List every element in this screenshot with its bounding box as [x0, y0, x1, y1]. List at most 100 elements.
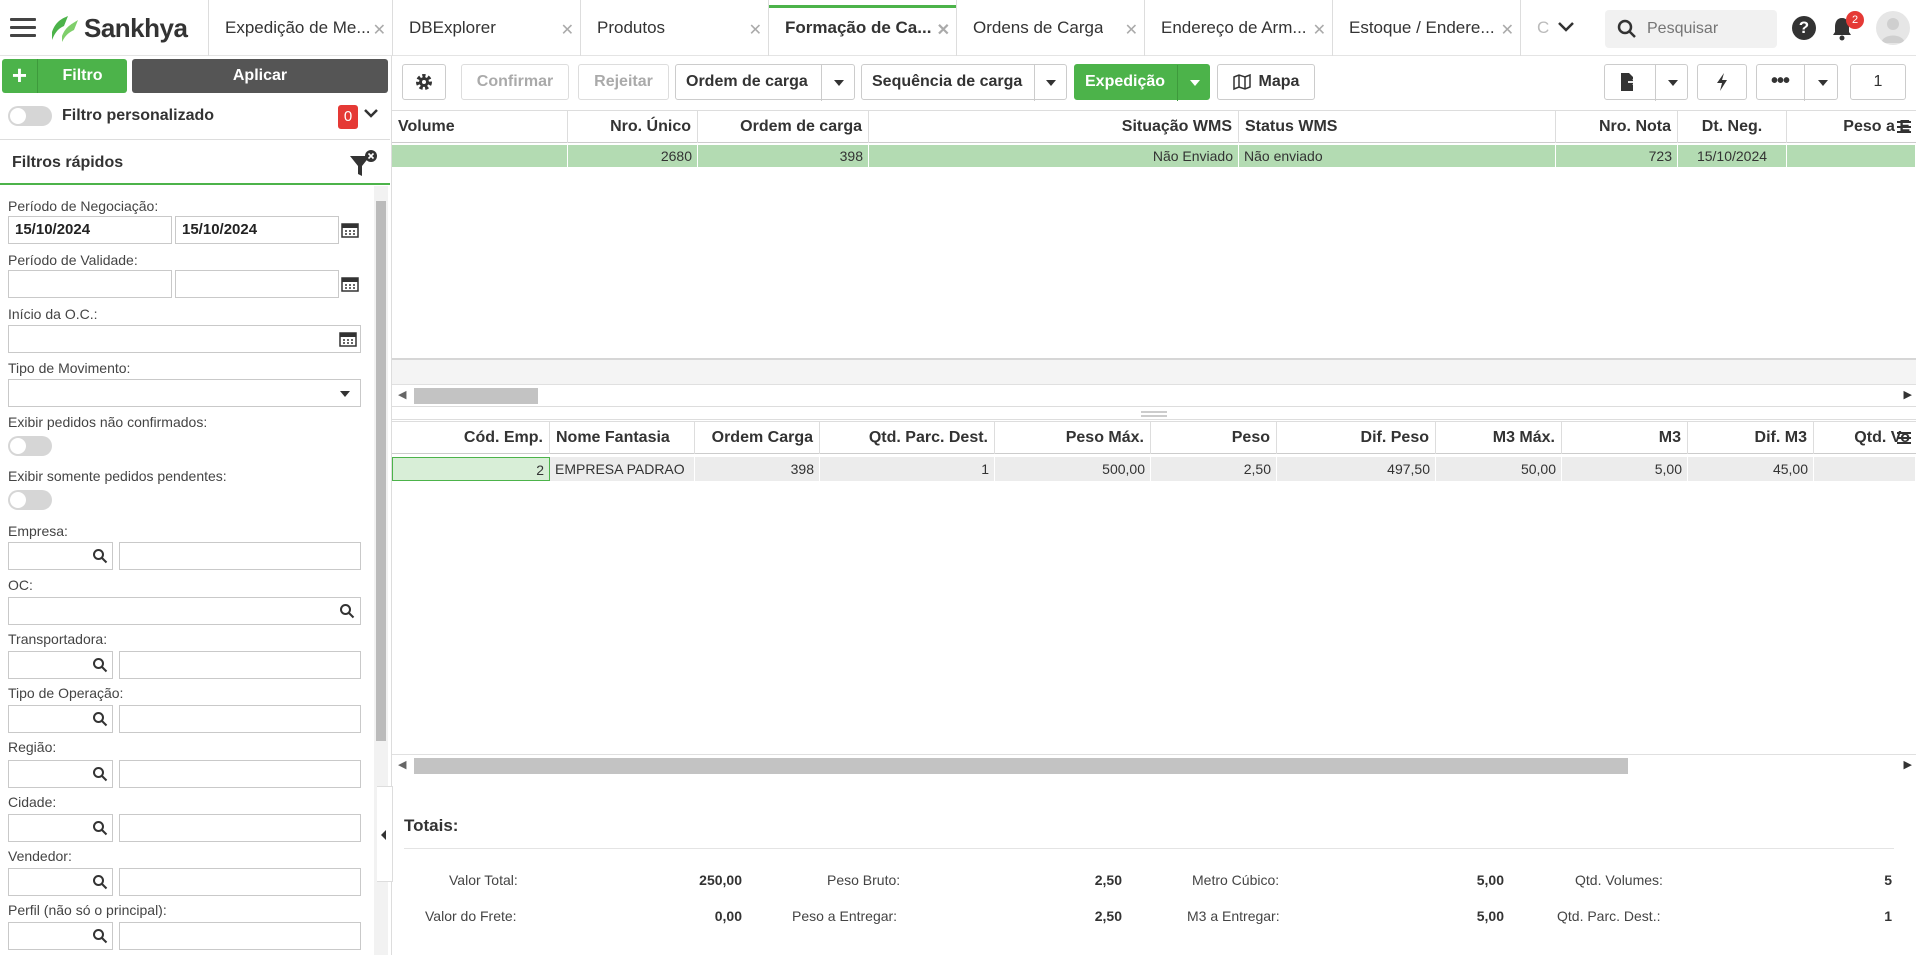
col-header[interactable]: Dt. Neg. [1678, 111, 1787, 143]
arrow-left-icon[interactable]: ◀ [398, 758, 406, 771]
search-icon[interactable] [92, 928, 108, 944]
col-header[interactable]: Ordem Carga [695, 422, 820, 454]
close-icon[interactable]: ✕ [561, 20, 574, 40]
drag-handle-icon[interactable] [1140, 410, 1168, 418]
tab-expedicao[interactable]: Expedição de Me... ✕ [208, 0, 392, 56]
col-header[interactable]: M3 [1562, 422, 1688, 454]
chevron-down-icon[interactable] [362, 104, 380, 127]
profile-name-input[interactable] [119, 922, 361, 950]
col-header[interactable]: Peso Máx. [995, 422, 1151, 454]
chevron-down-icon[interactable] [1556, 16, 1576, 42]
load-sequence-button[interactable]: Sequência de carga [861, 64, 1067, 101]
calendar-icon[interactable] [341, 222, 359, 238]
col-header[interactable]: Ordem de carga [698, 111, 869, 143]
col-header[interactable]: Volume [392, 111, 568, 143]
oc-input[interactable] [8, 597, 361, 625]
chevron-down-icon[interactable] [1046, 80, 1056, 86]
oc-start-input[interactable] [8, 325, 361, 353]
validity-date-from-input[interactable] [8, 270, 172, 298]
more-options-button[interactable]: ••• [1756, 64, 1838, 101]
col-header[interactable]: Dif. Peso [1277, 422, 1436, 454]
col-header[interactable]: Nro. Nota [1556, 111, 1678, 143]
col-header[interactable]: Qtd. Parc. Dest. [820, 422, 995, 454]
avatar[interactable] [1876, 11, 1910, 45]
close-icon[interactable]: ✕ [373, 20, 386, 40]
search-icon[interactable] [92, 548, 108, 564]
col-header[interactable]: Status WMS [1239, 111, 1556, 143]
tab-endereco-armazenagem[interactable]: Endereço de Arm... ✕ [1144, 0, 1332, 56]
map-button[interactable]: Mapa [1217, 64, 1315, 100]
page-number-field[interactable]: 1 [1850, 64, 1906, 100]
col-header[interactable]: Situação WMS [869, 111, 1239, 143]
tab-estoque-endereco[interactable]: Estoque / Endere... ✕ [1332, 0, 1520, 56]
apply-button[interactable]: Aplicar [132, 59, 388, 93]
export-button[interactable] [1604, 64, 1688, 101]
scrollbar-thumb[interactable] [414, 388, 538, 404]
search-icon[interactable] [92, 711, 108, 727]
scrollbar-thumb[interactable] [414, 758, 1628, 774]
load-order-button[interactable]: Ordem de carga [675, 64, 855, 101]
add-filter-button[interactable]: + Filtro [2, 59, 127, 93]
horizontal-scrollbar[interactable]: ◀ ▶ [392, 384, 1916, 406]
region-name-input[interactable] [119, 760, 361, 788]
arrow-right-icon[interactable]: ▶ [1904, 388, 1912, 401]
close-icon[interactable]: ✕ [937, 20, 950, 40]
calendar-icon[interactable] [339, 331, 357, 347]
chevron-down-icon[interactable] [1818, 80, 1828, 86]
negotiation-date-to-input[interactable]: 15/10/2024 [175, 216, 339, 244]
search-input[interactable] [1647, 20, 1767, 38]
confirm-button[interactable]: Confirmar [461, 64, 569, 100]
collapse-panel-button[interactable] [377, 786, 393, 882]
clear-filter-icon[interactable] [348, 150, 378, 180]
search-icon[interactable] [92, 766, 108, 782]
unconfirmed-orders-toggle[interactable] [8, 436, 52, 456]
close-icon[interactable]: ✕ [1501, 20, 1514, 40]
tab-overflow[interactable]: C [1520, 0, 1560, 56]
negotiation-date-from-input[interactable]: 15/10/2024 [8, 216, 172, 244]
menu-icon[interactable] [10, 18, 36, 38]
table-row[interactable]: 2680 398 Não Enviado Não enviado 723 15/… [392, 145, 1916, 167]
chevron-down-icon[interactable] [1190, 80, 1200, 86]
actions-button[interactable] [1697, 64, 1747, 100]
seller-name-input[interactable] [119, 868, 361, 896]
operation-type-name-input[interactable] [119, 705, 361, 733]
arrow-right-icon[interactable]: ▶ [1904, 758, 1912, 771]
search-icon[interactable] [339, 603, 355, 619]
col-header[interactable]: Peso [1151, 422, 1277, 454]
search-box[interactable] [1605, 10, 1777, 48]
close-icon[interactable]: ✕ [749, 20, 762, 40]
splitter[interactable] [392, 406, 1916, 420]
search-icon[interactable] [92, 874, 108, 890]
carrier-name-input[interactable] [119, 651, 361, 679]
horizontal-scrollbar[interactable]: ◀ ▶ [392, 754, 1916, 776]
validity-date-to-input[interactable] [175, 270, 339, 298]
search-icon[interactable] [92, 820, 108, 836]
col-header[interactable]: Nome Fantasia [550, 422, 695, 454]
table-row[interactable]: 2 EMPRESA PADRAO 398 1 500,00 2,50 497,5… [392, 457, 1916, 481]
settings-button[interactable] [402, 64, 446, 100]
arrow-left-icon[interactable]: ◀ [398, 388, 406, 401]
chevron-down-icon[interactable] [834, 80, 844, 86]
movement-type-select[interactable] [8, 379, 361, 407]
tab-formacao-carga[interactable]: Formação de Ca... ✕ [768, 0, 956, 56]
chevron-down-icon[interactable] [1668, 80, 1678, 86]
col-header[interactable]: Cód. Emp. [392, 422, 550, 454]
col-header[interactable]: M3 Máx. [1436, 422, 1562, 454]
close-icon[interactable]: ✕ [1313, 20, 1326, 40]
shipping-button[interactable]: Expedição [1074, 64, 1210, 101]
column-menu-icon[interactable] [1896, 120, 1912, 134]
col-header[interactable]: Dif. M3 [1688, 422, 1814, 454]
city-name-input[interactable] [119, 814, 361, 842]
tab-produtos[interactable]: Produtos ✕ [580, 0, 768, 56]
reject-button[interactable]: Rejeitar [578, 64, 669, 100]
tab-ordens-carga[interactable]: Ordens de Carga ✕ [956, 0, 1144, 56]
tab-dbexplorer[interactable]: DBExplorer ✕ [392, 0, 580, 56]
column-menu-icon[interactable] [1896, 431, 1912, 445]
pending-orders-toggle[interactable] [8, 490, 52, 510]
close-icon[interactable]: ✕ [1125, 20, 1138, 40]
scrollbar-thumb[interactable] [376, 201, 386, 741]
company-name-input[interactable] [119, 542, 361, 570]
calendar-icon[interactable] [341, 276, 359, 292]
custom-filter-toggle[interactable] [8, 106, 52, 126]
help-icon[interactable]: ? [1792, 16, 1816, 40]
